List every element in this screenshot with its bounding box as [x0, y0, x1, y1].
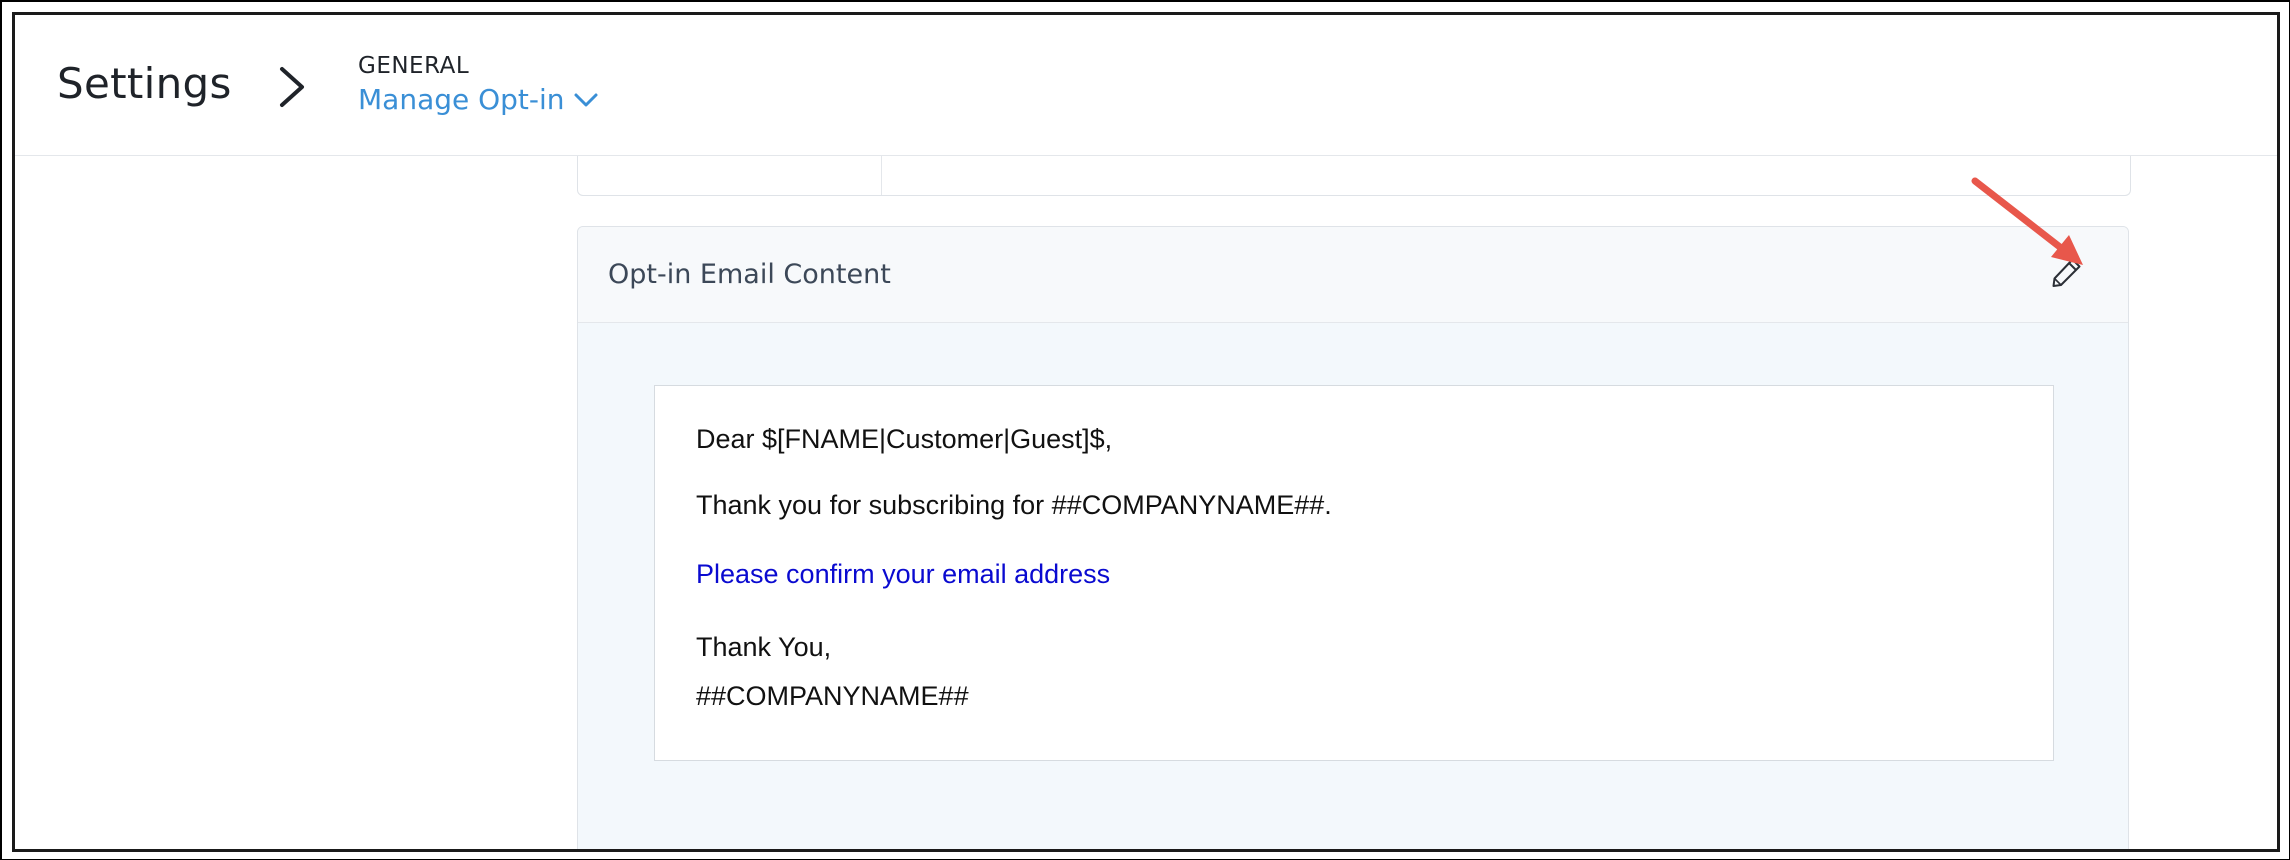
page-title: Settings — [57, 59, 232, 108]
screenshot-frame: Settings GENERAL Manage Opt-in Opt-in Em… — [0, 0, 2290, 860]
email-body-line: Thank you for subscribing for ##COMPANYN… — [696, 490, 1332, 520]
breadcrumb-page-label: Manage Opt-in — [358, 83, 565, 116]
page-header: Settings GENERAL Manage Opt-in — [15, 15, 2277, 156]
email-preview: Dear $[FNAME|Customer|Guest]$, Thank you… — [654, 385, 2054, 761]
card-header: Opt-in Email Content — [578, 227, 2128, 323]
email-greeting: Dear $[FNAME|Customer|Guest]$, — [696, 424, 1113, 454]
confirm-email-link[interactable]: Please confirm your email address — [696, 559, 1110, 590]
chevron-down-icon — [574, 93, 598, 106]
card-title: Opt-in Email Content — [608, 259, 891, 290]
chevron-right-icon — [280, 67, 304, 107]
app-window: Settings GENERAL Manage Opt-in Opt-in Em… — [12, 12, 2280, 852]
manage-opt-in-dropdown[interactable]: Manage Opt-in — [358, 83, 599, 116]
opt-in-email-card: Opt-in Email Content Dear $[FNAME|Custom… — [577, 226, 2129, 849]
email-signoff: Thank You, — [696, 632, 832, 662]
breadcrumb-section: GENERAL — [358, 53, 470, 79]
breadcrumb: GENERAL Manage Opt-in — [358, 53, 599, 116]
annotation-arrow-icon — [1971, 177, 2083, 265]
email-signature: ##COMPANYNAME## — [696, 681, 969, 711]
